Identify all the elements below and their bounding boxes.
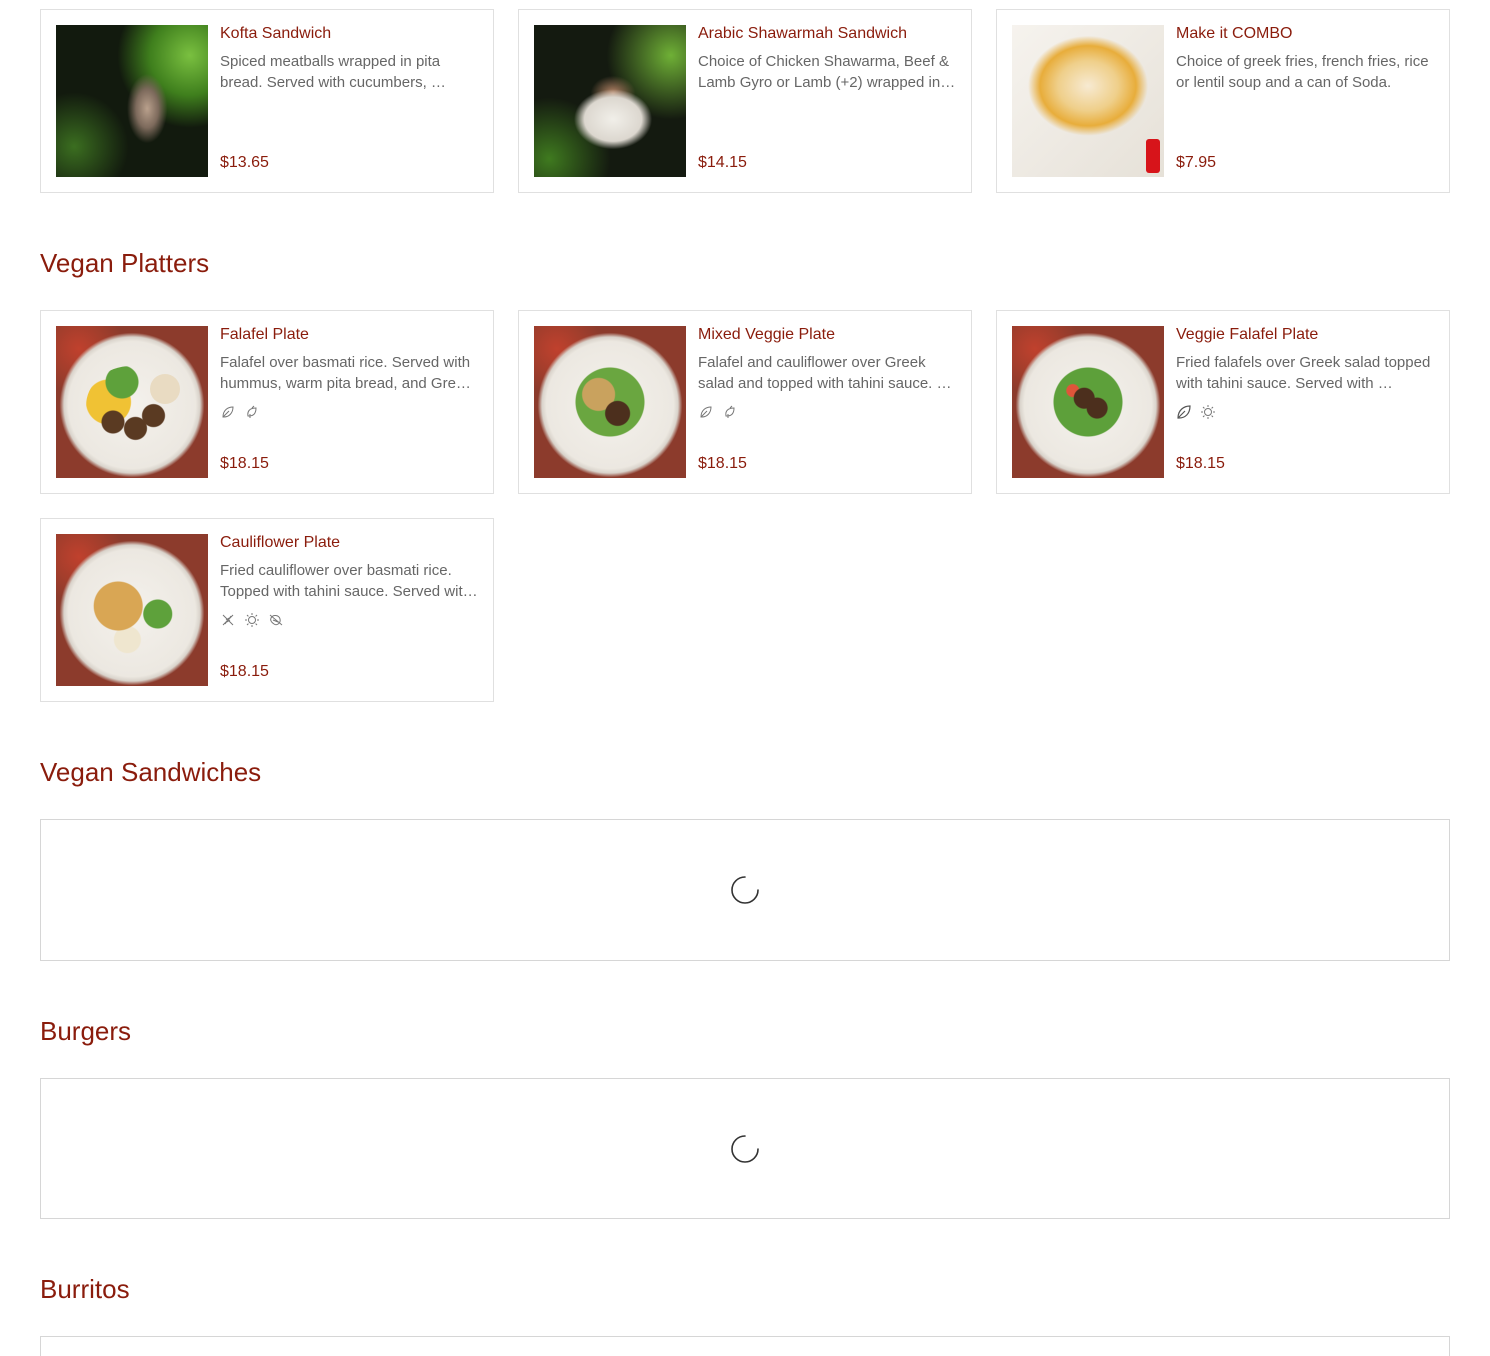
item-name: Kofta Sandwich (220, 25, 332, 42)
menu-item-card[interactable]: Make it COMBO Choice of greek fries, fre… (996, 9, 1450, 193)
vegan-sandwiches-loading-panel (40, 819, 1450, 961)
item-description: Falafel and cauliflower over Greek salad… (698, 354, 952, 392)
vegan-leaf-icon (1177, 405, 1191, 419)
sandwich-grid: Kofta Sandwich Spiced meatballs wrapped … (40, 9, 1450, 193)
vegetarian-leaf-icon (247, 405, 257, 418)
vegetarian-leaf-icon (725, 405, 735, 418)
vegan-platters-grid: Falafel Plate Falafel over basmati rice.… (40, 310, 1450, 702)
menu-item-card[interactable]: Arabic Shawarmah Sandwich Choice of Chic… (518, 9, 972, 193)
food-image (534, 326, 686, 478)
vegan-leaf-icon (700, 406, 712, 418)
dietary-tags (698, 404, 956, 420)
item-price: $18.15 (1176, 455, 1225, 472)
menu-item-card[interactable]: Mixed Veggie Plate Falafel and cauliflow… (518, 310, 972, 494)
dietary-tags (1176, 404, 1434, 420)
sun-icon (1201, 405, 1215, 419)
loading-spinner-icon (731, 876, 759, 904)
item-description: Falafel over basmati rice. Served with h… (220, 354, 471, 392)
dietary-tags (220, 612, 478, 628)
loading-spinner-icon (731, 1134, 759, 1163)
item-name: Cauliflower Plate (220, 534, 341, 551)
menu-item-card[interactable]: Veggie Falafel Plate Fried falafels over… (996, 310, 1450, 494)
menu-item-card[interactable]: Kofta Sandwich Spiced meatballs wrapped … (40, 9, 494, 193)
item-price: $18.15 (220, 663, 269, 680)
item-name: Mixed Veggie Plate (698, 326, 835, 343)
sun-icon (245, 613, 259, 627)
menu-item-card[interactable]: Falafel Plate Falafel over basmati rice.… (40, 310, 494, 494)
dietary-tags (220, 404, 478, 420)
burgers-loading-panel (40, 1078, 1450, 1219)
item-description: Fried cauliflower over basmati rice. Top… (220, 562, 478, 600)
food-image (56, 326, 208, 478)
food-image (56, 25, 208, 177)
item-description: Choice of greek fries, french fries, ric… (1176, 53, 1429, 91)
item-description: Choice of Chicken Shawarma, Beef & Lamb … (698, 53, 956, 91)
vegan-leaf-icon (222, 406, 234, 418)
burritos-loading-panel (40, 1336, 1450, 1356)
item-name: Make it COMBO (1176, 25, 1293, 42)
item-price: $18.15 (220, 455, 269, 472)
food-image (534, 25, 686, 177)
food-image (1012, 25, 1164, 177)
nut-free-icon (269, 614, 283, 626)
menu-page: Kofta Sandwich Spiced meatballs wrapped … (0, 0, 1490, 1356)
item-price: $7.95 (1176, 154, 1217, 171)
item-price: $18.15 (698, 455, 747, 472)
food-image (56, 534, 208, 686)
section-title-burritos: Burritos (40, 1274, 130, 1304)
food-image (1012, 326, 1164, 478)
item-description: Spiced meatballs wrapped in pita bread. … (220, 53, 446, 91)
item-price: $13.65 (220, 154, 269, 171)
item-name: Arabic Shawarmah Sandwich (698, 25, 907, 42)
menu-item-card[interactable]: Cauliflower Plate Fried cauliflower over… (40, 518, 494, 702)
item-name: Veggie Falafel Plate (1176, 326, 1319, 343)
item-name: Falafel Plate (220, 326, 309, 343)
item-price: $14.15 (698, 154, 747, 171)
section-title-burgers: Burgers (40, 1016, 132, 1046)
no-gluten-icon (222, 614, 234, 626)
section-title-vegan-platters: Vegan Platters (40, 248, 210, 278)
item-description: Fried falafels over Greek salad topped w… (1176, 354, 1431, 392)
section-title-vegan-sandwiches: Vegan Sandwiches (40, 757, 262, 787)
